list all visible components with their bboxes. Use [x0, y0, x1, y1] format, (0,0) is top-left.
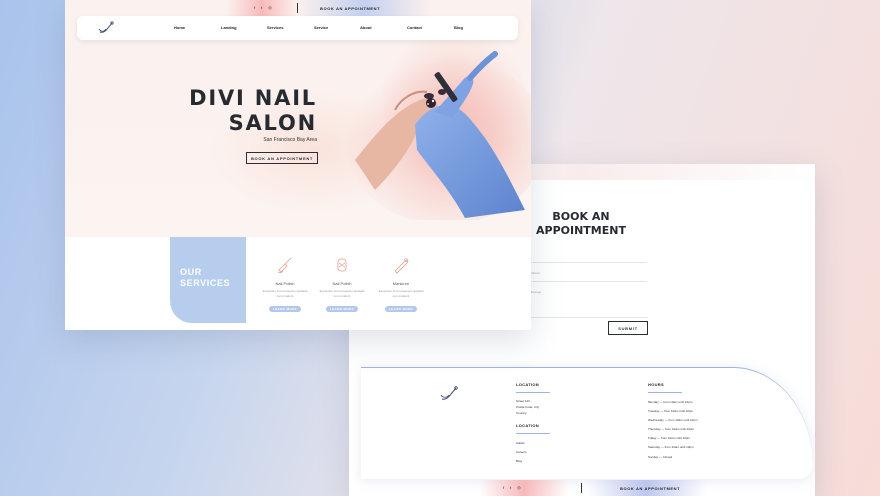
service-card: Manicure Excepteur sint occaecat cupidat… — [376, 255, 426, 312]
nav-services[interactable]: Services — [267, 25, 283, 30]
message-field[interactable] — [529, 317, 647, 318]
salon-logo-icon[interactable] — [439, 385, 459, 403]
hours-heading: HOURS — [648, 382, 664, 387]
bottom-book-bar: BOOK AN APPOINTMENT — [586, 480, 706, 496]
bottom-book-link[interactable]: BOOK AN APPOINTMENT — [620, 486, 680, 491]
home-page-mockup: f t ◎ BOOK AN APPOINTMENT Home Landing S… — [65, 0, 531, 330]
service-name: Nail Polish — [332, 281, 352, 286]
location-heading: LOCATION — [516, 382, 539, 387]
footer-link[interactable]: Careers — [516, 450, 527, 454]
nav-service[interactable]: Service — [314, 25, 328, 30]
salon-logo-icon[interactable] — [97, 20, 115, 36]
learn-more-button[interactable]: LEARN MORE — [326, 306, 358, 312]
instagram-icon[interactable]: ◎ — [268, 6, 272, 10]
booking-title-line1: BOOK AN — [552, 210, 610, 223]
booking-title-line2: APPOINTMENT — [536, 224, 626, 237]
instagram-icon[interactable]: ◎ — [517, 486, 521, 490]
manicure-hero-image — [345, 51, 531, 220]
address-line: Street 123, — [516, 399, 531, 403]
nav-blog[interactable]: Blog — [454, 25, 463, 30]
hours-line: Wednesday — from 10am until 10pm — [648, 418, 698, 422]
address-field[interactable] — [529, 281, 647, 282]
our-services-label: OUR SERVICES — [180, 267, 231, 288]
main-navbar: Home Landing Services Service About Cont… — [77, 16, 518, 40]
hours-line: Saturday — from 10am until 10pm — [648, 445, 694, 449]
footer-panel: LOCATION Street 123, Postal Code, City C… — [361, 367, 813, 479]
hero-subtitle: San Francisco Bay Area — [263, 137, 317, 143]
submit-button[interactable]: SUBMIT — [608, 321, 648, 335]
hours-line: Tuesday — from 10am until 10pm — [648, 409, 694, 413]
nail-polish-icon — [277, 257, 292, 274]
hours-line: Monday — from 10am until 10pm — [648, 400, 693, 404]
service-name: Nail Polish — [275, 281, 295, 286]
location2-rule — [516, 433, 550, 434]
hero-title: DIVI NAIL SALON — [189, 86, 317, 136]
address-line: Country — [516, 411, 527, 415]
facebook-icon[interactable]: f — [503, 486, 504, 490]
hours-line: Friday — from 10am until 10pm — [648, 436, 691, 440]
booking-title: BOOK AN APPOINTMENT — [531, 210, 631, 238]
nail-art-icon — [337, 258, 347, 272]
service-card: Nail Polish Excepteur sint occaecat cupi… — [260, 255, 310, 312]
hours-line: Thursday — from 10am until 10pm — [648, 427, 695, 431]
hours-rule — [648, 392, 682, 393]
footer-link[interactable]: Adobe — [516, 441, 525, 445]
address-line: Postal Code, City — [516, 405, 540, 409]
form-field-line[interactable] — [529, 262, 647, 263]
nav-about[interactable]: About — [360, 25, 372, 30]
location-rule — [516, 392, 550, 393]
service-description: Excepteur sint occaecat cupidatat non pr… — [319, 289, 365, 298]
nav-landing[interactable]: Landing — [221, 25, 237, 30]
services-section: OUR SERVICES Nail Polish Excepteur sint … — [65, 237, 531, 330]
hero-title-line1: DIVI NAIL — [189, 86, 317, 110]
service-name: Manicure — [392, 281, 410, 286]
hero-title-line2: SALON — [228, 111, 317, 135]
bottom-social-bar: f t ◎ — [479, 480, 569, 496]
service-card: Nail Polish Excepteur sint occaecat cupi… — [317, 255, 367, 312]
service-description: Excepteur sint occaecat cupidatat non pr… — [262, 289, 308, 298]
location2-heading: LOCATION — [516, 423, 539, 428]
nav-contact[interactable]: Contact — [407, 25, 422, 30]
facebook-icon[interactable]: f — [254, 6, 255, 10]
twitter-icon[interactable]: t — [261, 6, 262, 10]
hours-line: Sunday — Closed — [648, 455, 673, 459]
our-services-tab: OUR SERVICES — [170, 237, 246, 323]
top-social-bar: f t ◎ — [227, 0, 297, 16]
twitter-icon[interactable]: t — [510, 486, 511, 490]
top-book-link[interactable]: BOOK AN APPOINTMENT — [320, 6, 380, 11]
manicure-icon — [394, 258, 409, 274]
footer-link[interactable]: Blog — [516, 459, 522, 463]
learn-more-button[interactable]: LEARN MORE — [269, 306, 301, 312]
nav-home[interactable]: Home — [174, 25, 185, 30]
learn-more-button[interactable]: LEARN MORE — [385, 306, 417, 312]
service-description: Excepteur sint occaecat cupidatat non pr… — [378, 289, 424, 298]
top-book-bar: BOOK AN APPOINTMENT — [298, 0, 430, 16]
hero-book-button[interactable]: BOOK AN APPOINTMENT — [246, 152, 318, 164]
bottom-bar-divider — [581, 483, 582, 493]
